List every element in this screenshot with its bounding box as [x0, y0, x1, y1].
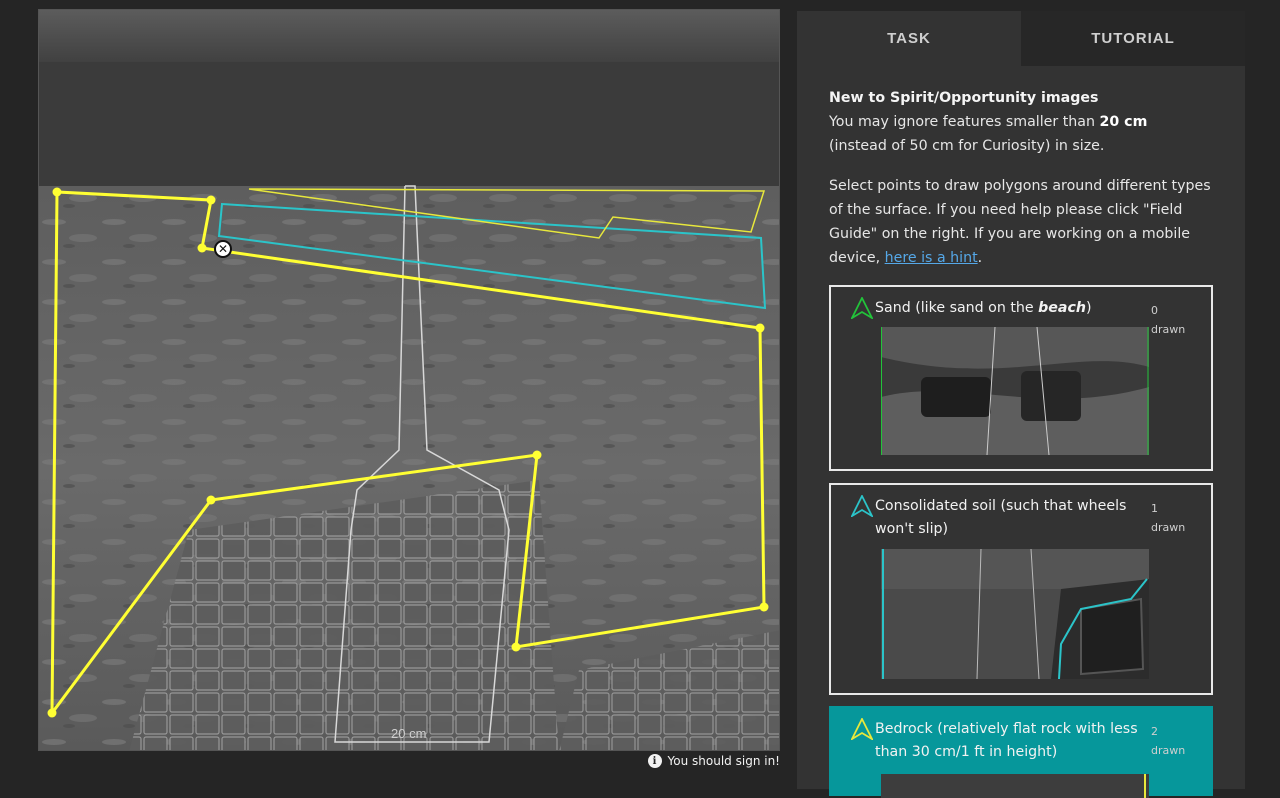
choice-bedrock-label: Bedrock (relatively flat rock with less … [875, 721, 1138, 760]
bedrock-arrow-icon [851, 718, 873, 740]
intro-title: New to Spirit/Opportunity images [829, 90, 1099, 106]
choice-consolidated-soil[interactable]: Consolidated soil (such that wheels won'… [829, 483, 1213, 695]
choice-sand-label-bold: beach [1038, 300, 1087, 316]
choice-bedrock-count: 2 drawn [1151, 722, 1199, 760]
instructions-text: Select points to draw polygons around di… [829, 174, 1213, 270]
soil-arrow-icon [851, 495, 873, 517]
signin-text: You should sign in! [667, 754, 780, 768]
scale-label: 20 cm [391, 726, 426, 741]
choice-soil-count: 1 drawn [1151, 499, 1199, 537]
mars-terrain-image[interactable]: 20 cm [39, 10, 780, 751]
task-instructions: New to Spirit/Opportunity images You may… [797, 66, 1245, 270]
hint-link[interactable]: here is a hint [885, 250, 978, 266]
task-panel: TASK TUTORIAL New to Spirit/Opportunity … [797, 11, 1245, 798]
sand-count-label: drawn [1151, 323, 1186, 336]
intro-size: 20 cm [1099, 114, 1148, 130]
tab-task[interactable]: TASK [797, 11, 1021, 66]
bedrock-example-image [881, 774, 1149, 798]
choice-bedrock[interactable]: Bedrock (relatively flat rock with less … [829, 706, 1213, 798]
mars-image-canvas[interactable]: 20 cm ✕ [38, 9, 780, 751]
sand-example-image [881, 327, 1149, 455]
intro-text: You may ignore features smaller than 20 … [829, 110, 1213, 158]
panel-tabs: TASK TUTORIAL [797, 11, 1245, 66]
choice-sand[interactable]: Sand (like sand on the beach) 0 drawn [829, 285, 1213, 471]
sand-count-value: 0 [1151, 304, 1158, 317]
soil-count-label: drawn [1151, 521, 1186, 534]
choice-sand-label-suffix: ) [1086, 300, 1092, 316]
choice-sand-count: 0 drawn [1151, 301, 1199, 339]
bedrock-count-label: drawn [1151, 744, 1186, 757]
soil-example-image [881, 549, 1149, 679]
info-icon: i [647, 754, 662, 768]
choice-sand-label: Sand (like sand on the [875, 300, 1039, 316]
soil-count-value: 1 [1151, 502, 1158, 515]
tab-tutorial[interactable]: TUTORIAL [1021, 11, 1245, 66]
bedrock-count-value: 2 [1151, 725, 1158, 738]
sand-arrow-icon [851, 297, 873, 319]
intro-line1: You may ignore features smaller than [829, 114, 1100, 130]
delete-point-icon[interactable]: ✕ [214, 240, 232, 258]
choice-soil-label: Consolidated soil (such that wheels won'… [875, 498, 1127, 537]
instructions-tail: . [977, 250, 983, 266]
signin-notice[interactable]: i You should sign in! [647, 754, 780, 768]
intro-line2: (instead of 50 cm for Curiosity) in size… [829, 138, 1105, 154]
